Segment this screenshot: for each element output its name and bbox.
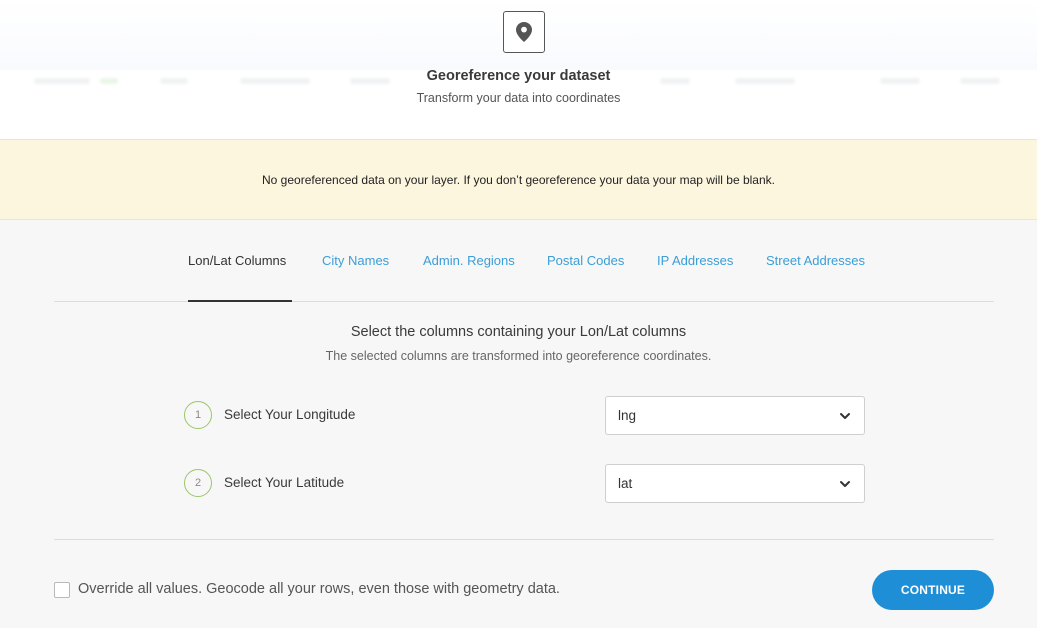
tab-city-names[interactable]: City Names — [322, 253, 389, 268]
footer-divider — [54, 539, 994, 540]
tab-street-addresses[interactable]: Street Addresses — [766, 253, 865, 268]
tab-postal-codes[interactable]: Postal Codes — [547, 253, 624, 268]
step-number-2: 2 — [184, 469, 212, 497]
map-pin-icon — [503, 11, 545, 53]
step-number-1: 1 — [184, 401, 212, 429]
chevron-down-icon — [840, 413, 850, 419]
longitude-select-value: lng — [618, 408, 637, 423]
tab-admin-regions[interactable]: Admin. Regions — [423, 253, 515, 268]
chevron-down-icon — [840, 481, 850, 487]
modal-subtitle: Transform your data into coordinates — [416, 91, 621, 105]
latitude-select-value: lat — [618, 476, 633, 491]
warning-banner: No georeferenced data on your layer. If … — [0, 140, 1037, 220]
tab-ip-addresses[interactable]: IP Addresses — [657, 253, 733, 268]
active-tab-indicator — [188, 300, 292, 302]
modal-header: Georeference your dataset Transform your… — [0, 0, 1037, 140]
override-checkbox[interactable] — [54, 582, 70, 598]
override-label: Override all values. Geocode all your ro… — [78, 581, 560, 597]
continue-button[interactable]: CONTINUE — [872, 570, 994, 610]
section-title: Select the columns containing your Lon/L… — [350, 324, 687, 340]
modal-title: Georeference your dataset — [426, 68, 611, 84]
section-subtitle: The selected columns are transformed int… — [325, 349, 712, 363]
georeference-tabs: Lon/Lat Columns City Names Admin. Region… — [54, 240, 994, 302]
latitude-label: Select Your Latitude — [224, 475, 345, 490]
longitude-select[interactable]: lng — [605, 396, 865, 435]
tab-lon-lat-columns[interactable]: Lon/Lat Columns — [188, 253, 286, 268]
warning-message: No georeferenced data on your layer. If … — [262, 172, 775, 187]
longitude-label: Select Your Longitude — [224, 407, 356, 422]
latitude-select[interactable]: lat — [605, 464, 865, 503]
